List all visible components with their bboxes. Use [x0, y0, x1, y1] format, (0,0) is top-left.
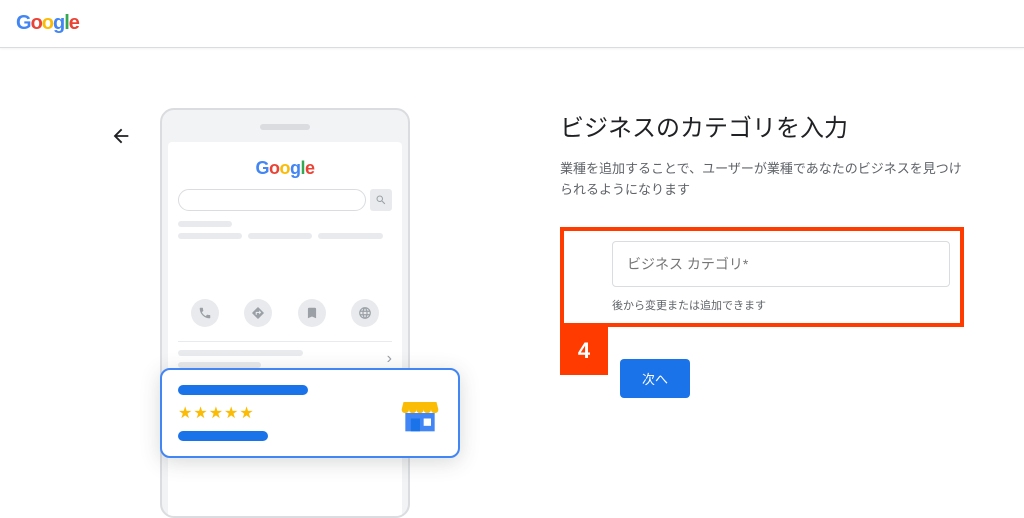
skeleton-line: [178, 350, 303, 356]
business-info-bar: [178, 431, 268, 441]
phone-google-logo: Google: [178, 158, 392, 179]
phone-icon: [191, 299, 219, 327]
category-input[interactable]: [612, 241, 950, 287]
main-container: Google: [0, 48, 1024, 518]
skeleton-pill: [248, 233, 312, 239]
store-icon: [398, 391, 442, 435]
business-card: ★★★★★: [160, 368, 460, 458]
action-row: [178, 299, 392, 327]
search-icon: [370, 189, 392, 211]
step-badge: 4: [560, 327, 608, 375]
google-logo: Google: [16, 12, 79, 35]
page-title: ビジネスのカテゴリを入力: [560, 108, 964, 143]
form-panel: ビジネスのカテゴリを入力 業種を追加することで、ユーザーが業種であなたのビジネス…: [480, 108, 1024, 518]
phone-notch: [260, 124, 310, 130]
skeleton-pill: [318, 233, 382, 239]
header: Google: [0, 0, 1024, 48]
phone-content: Google: [168, 142, 402, 518]
skeleton-pill: [178, 233, 242, 239]
page-description: 業種を追加することで、ユーザーが業種であなたのビジネスを見つけられるようになりま…: [560, 159, 964, 201]
phone-search-bar: [178, 189, 366, 211]
rating-stars: ★★★★★: [178, 403, 308, 423]
business-name-bar: [178, 385, 308, 395]
phone-search: [178, 189, 392, 211]
next-button[interactable]: 次へ: [620, 359, 690, 398]
directions-icon: [244, 299, 272, 327]
helper-text: 後から変更または追加できます: [612, 297, 950, 313]
bookmark-icon: [298, 299, 326, 327]
globe-icon: [351, 299, 379, 327]
skeleton-line: [178, 221, 232, 227]
illustration-panel: Google: [0, 108, 480, 518]
chevron-right-icon: ›: [387, 350, 392, 368]
highlight-box: 後から変更または追加できます 4: [560, 227, 964, 327]
